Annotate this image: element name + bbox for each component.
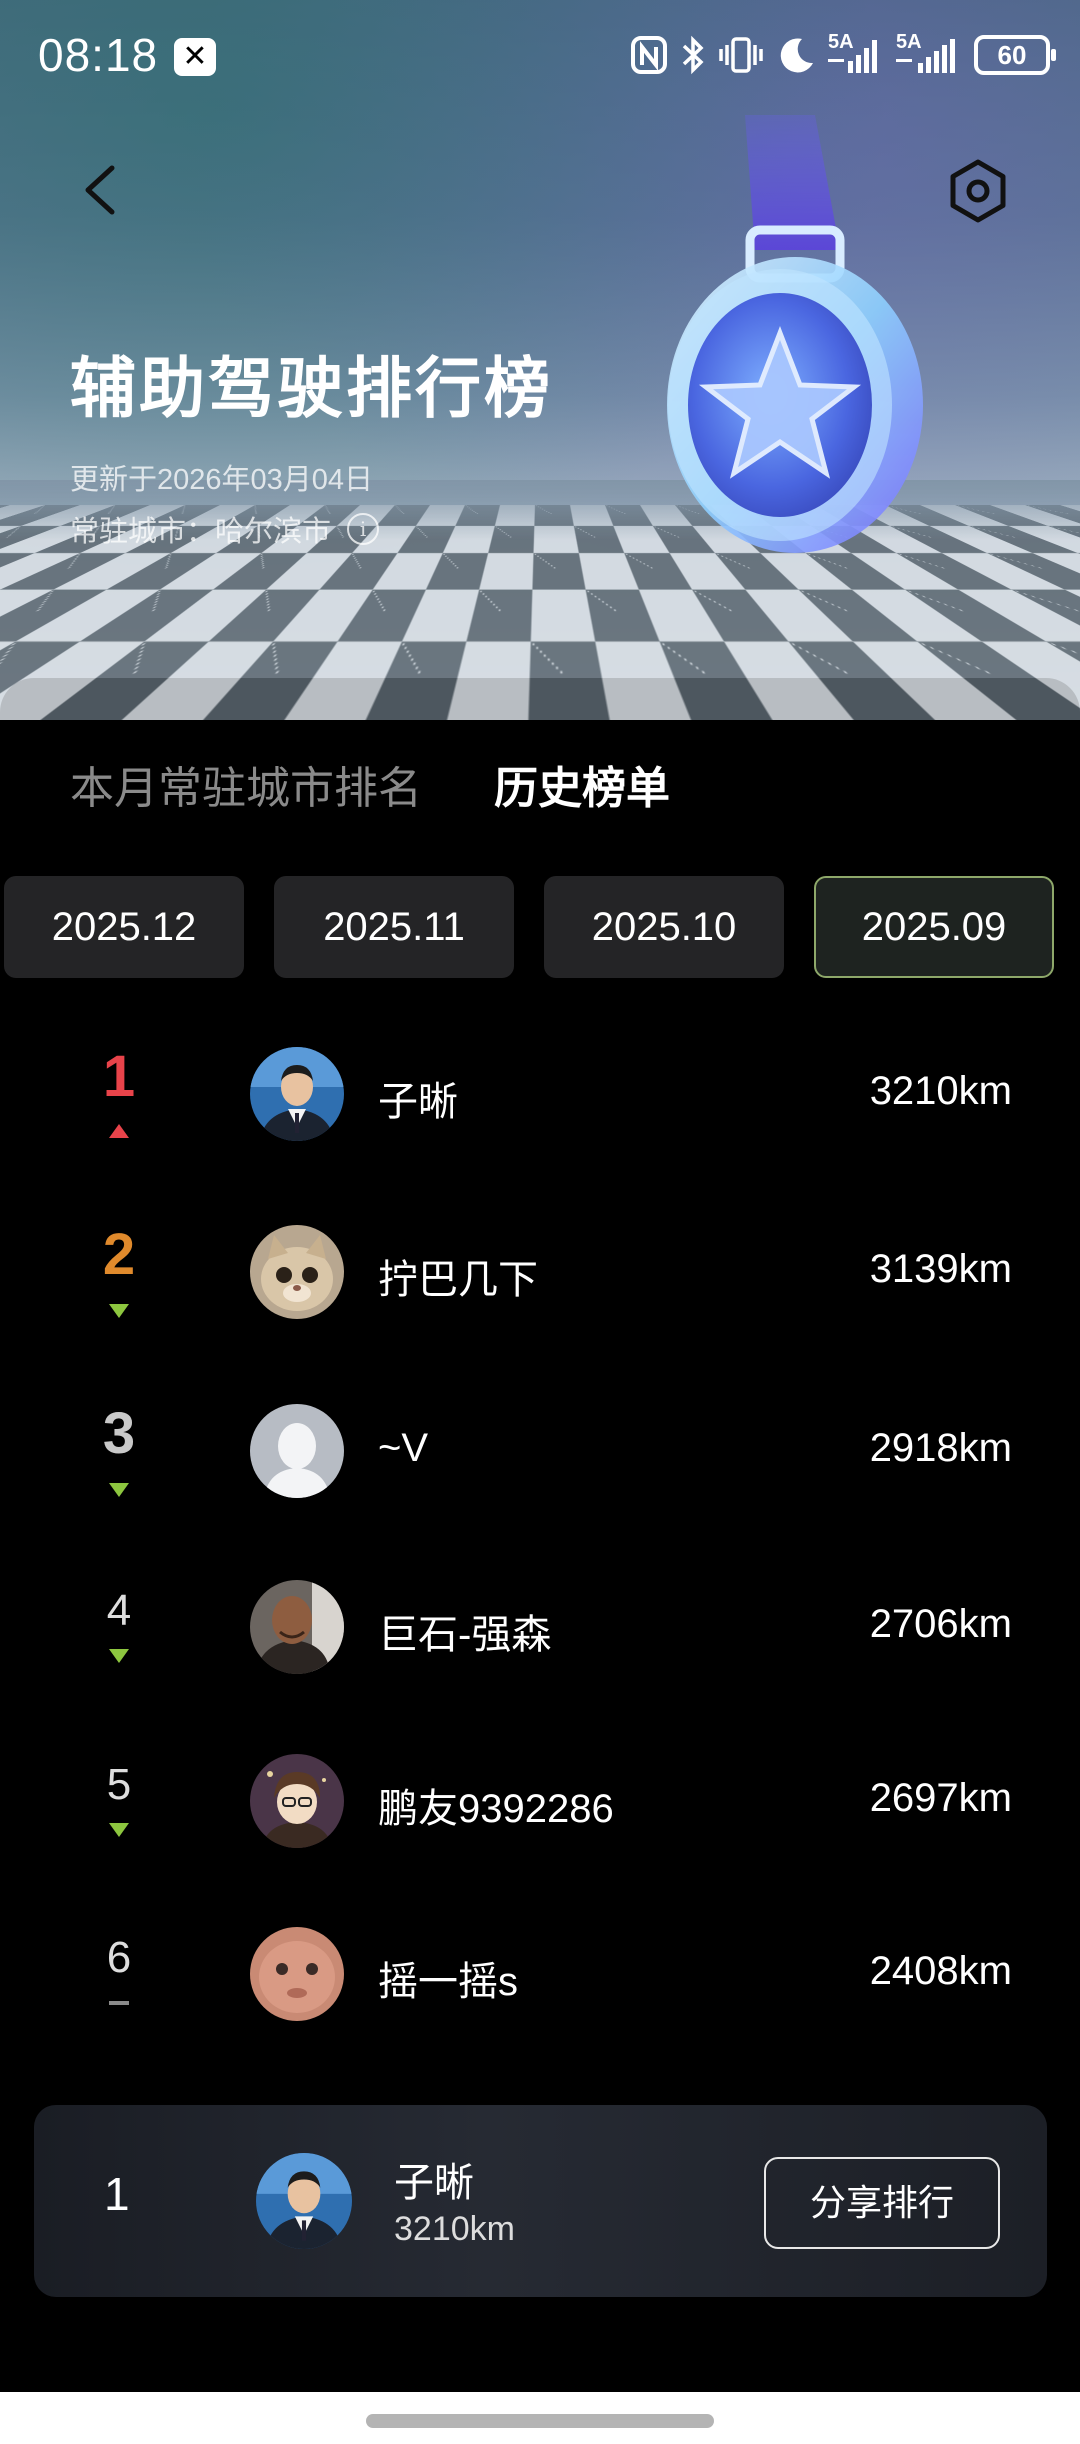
month-chip[interactable]: 2025.11 [274, 876, 514, 978]
trend-down-icon [109, 1649, 129, 1663]
rank-number: 5 [106, 1760, 132, 1809]
info-icon[interactable]: i [347, 513, 380, 545]
distance-value: 2408km [869, 1949, 1012, 1993]
moon-icon [780, 38, 813, 73]
hexagon-settings-icon[interactable] [944, 157, 1012, 225]
signal-label: 5A [896, 31, 922, 53]
status-icons: 5A 5A 60 [630, 30, 1056, 80]
cartoon-avatar[interactable] [250, 1754, 344, 1848]
distance-value: 2706km [869, 1602, 1012, 1646]
leaderboard-row[interactable]: 2 拧巴几下 3139km [0, 1213, 1080, 1333]
trend-down-icon [109, 1823, 129, 1837]
bald-man-avatar[interactable] [250, 1580, 344, 1674]
rank-number: 4 [106, 1586, 132, 1635]
my-name: 子晰 [394, 2161, 474, 2205]
rank-number: 2 [102, 1222, 136, 1287]
user-name: ~V [378, 1426, 429, 1470]
updated-date: 更新于2026年03月04日 [70, 464, 374, 496]
city-info: 常驻城市：哈尔滨市 i [70, 508, 380, 550]
app-notification-icon: ✕ [174, 38, 216, 76]
trend-down-icon [109, 1304, 129, 1318]
tab-bar: 本月常驻城市排名 历史榜单 [70, 752, 670, 816]
my-distance: 3210km [394, 2210, 515, 2248]
month-chip[interactable]: 2025.12 [4, 876, 244, 978]
tab-monthly-city[interactable]: 本月常驻城市排名 [70, 752, 422, 816]
home-indicator[interactable] [366, 2414, 714, 2428]
man-in-suit-avatar[interactable] [256, 2153, 352, 2249]
month-chip-selected[interactable]: 2025.09 [814, 876, 1054, 978]
bluetooth-icon [682, 35, 704, 75]
leaderboard-row[interactable]: 3 ~V 2918km [0, 1392, 1080, 1512]
user-name: 拧巴几下 [378, 1258, 538, 1302]
leaderboard-row[interactable]: 1 子晰 3210km [0, 1035, 1080, 1155]
cat-avatar[interactable] [250, 1225, 344, 1319]
user-name: 巨石-强森 [378, 1613, 552, 1657]
distance-value: 3210km [869, 1069, 1012, 1113]
user-name: 子晰 [378, 1080, 458, 1124]
trend-up-icon [109, 1124, 129, 1138]
my-rank-card: 1 子晰 3210km 分享排行 [34, 2105, 1047, 2297]
trend-down-icon [109, 1483, 129, 1497]
navigation-bar [0, 2392, 1080, 2444]
rank-number: 3 [102, 1401, 136, 1466]
signal-label: 5A [828, 31, 854, 53]
star-medal-icon [667, 115, 923, 553]
month-chip[interactable]: 2025.10 [544, 876, 784, 978]
round-face-avatar[interactable] [250, 1927, 344, 2021]
signal-icon: 5A [896, 31, 962, 75]
nfc-icon [631, 36, 667, 74]
my-rank-number: 1 [104, 2168, 130, 2220]
distance-value: 2918km [869, 1426, 1012, 1470]
leaderboard-row[interactable]: 6 摇一摇s 2408km [0, 1915, 1080, 2035]
distance-value: 2697km [869, 1776, 1012, 1820]
signal-icon: 5A [828, 31, 884, 75]
city-label: 常驻城市：哈尔滨市 [70, 516, 332, 548]
tab-history[interactable]: 历史榜单 [494, 752, 670, 816]
user-name: 鹏友9392286 [378, 1787, 614, 1831]
status-time: 08:18 [38, 29, 159, 81]
leaderboard-row[interactable]: 4 巨石-强森 2706km [0, 1568, 1080, 1688]
distance-value: 3139km [869, 1247, 1012, 1291]
leaderboard-row[interactable]: 5 鹏友9392286 2697km [0, 1742, 1080, 1862]
default-avatar[interactable] [250, 1404, 344, 1498]
user-name: 摇一摇s [378, 1960, 518, 2004]
vibrate-icon [719, 37, 763, 73]
chevron-left-icon[interactable] [72, 160, 132, 220]
page-title: 辅助驾驶排行榜 [70, 351, 553, 425]
month-selector: 2025.12 2025.11 2025.10 2025.09 [4, 876, 1054, 978]
man-in-suit-avatar[interactable] [250, 1047, 344, 1141]
trend-flat-icon [109, 2001, 129, 2005]
rank-number: 6 [106, 1933, 132, 1982]
share-rank-button[interactable]: 分享排行 [764, 2157, 1000, 2249]
rank-number: 1 [102, 1044, 136, 1109]
status-bar: 08:18 ✕ 5A 5A 60 [0, 0, 1080, 110]
battery-icon: 60 [974, 35, 1056, 75]
